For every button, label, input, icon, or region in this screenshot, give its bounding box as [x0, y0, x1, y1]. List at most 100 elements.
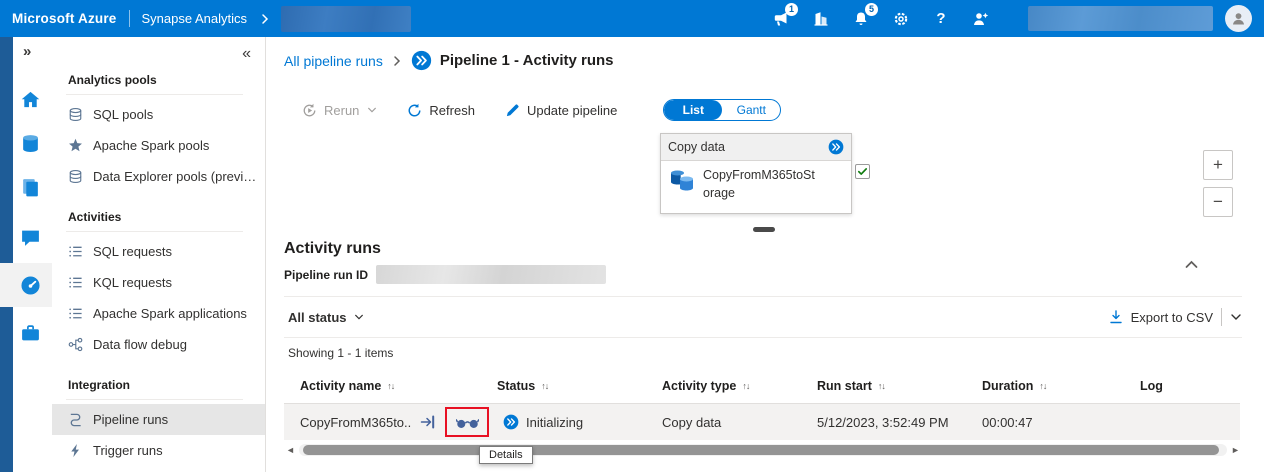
- pipeline-run-id-row: Pipeline run ID: [284, 265, 607, 284]
- alerts-icon[interactable]: 1: [772, 2, 798, 28]
- breadcrumb-all-pipeline-runs-link[interactable]: All pipeline runs: [284, 53, 383, 69]
- scroll-left-arrow[interactable]: ◄: [284, 445, 297, 455]
- cell-duration: 00:00:47: [982, 414, 1033, 430]
- main-content: All pipeline runs Pipeline 1 - Activity …: [266, 37, 1264, 472]
- azure-brand-link[interactable]: Microsoft Azure: [12, 11, 117, 26]
- list-icon: [68, 275, 83, 290]
- status-filter-dropdown[interactable]: All status: [288, 305, 364, 329]
- activity-runs-title: Activity runs: [284, 240, 381, 257]
- page-title: Pipeline 1 - Activity runs: [439, 52, 614, 69]
- search-input[interactable]: [1028, 6, 1213, 31]
- spark-icon: [68, 138, 83, 153]
- topbar: Microsoft Azure Synapse Analytics 1 5 ?: [0, 0, 1264, 37]
- sidebar-item-apache-spark-applications[interactable]: Apache Spark applications: [52, 298, 265, 329]
- pipeline-run-id-label: Pipeline run ID: [284, 267, 369, 282]
- table-row[interactable]: CopyFromM365to... Initializing Copy data…: [284, 404, 1240, 440]
- activity-node-copy-data[interactable]: Copy data CopyFromM365toStorage: [660, 133, 852, 214]
- chevron-right-icon: [259, 13, 271, 25]
- develop-icon: [20, 177, 41, 198]
- pipeline-icon: [68, 412, 83, 427]
- sidebar-item-sql-requests[interactable]: SQL requests: [52, 236, 265, 267]
- sidebar-item-trigger-runs[interactable]: Trigger runs: [52, 435, 265, 466]
- notifications-badge: 5: [865, 2, 878, 16]
- pool-icon: [68, 107, 83, 122]
- chevron-down-icon: [354, 312, 364, 322]
- sort-icon: ↑↓: [742, 381, 750, 391]
- rail-item-develop[interactable]: [0, 167, 52, 207]
- refresh-button[interactable]: Refresh: [407, 102, 475, 118]
- sidebar-item-pipeline-runs[interactable]: Pipeline runs: [52, 404, 265, 435]
- zoom-in-button[interactable]: +: [1203, 150, 1233, 180]
- zoom-out-button[interactable]: −: [1203, 187, 1233, 217]
- cell-run-start: 5/12/2023, 3:52:49 PM: [817, 414, 949, 430]
- section-heading-activities: Activities: [68, 210, 122, 224]
- redacted-pipeline-run-id: [376, 265, 607, 284]
- divider: [284, 296, 1242, 297]
- scroll-right-arrow[interactable]: ►: [1229, 445, 1242, 455]
- details-glasses-icon[interactable]: [456, 416, 479, 429]
- canvas-scrollbar-thumb[interactable]: [753, 227, 775, 232]
- notifications-bell-icon[interactable]: 5: [852, 2, 878, 28]
- export-menu-chevron-icon[interactable]: [1230, 311, 1242, 323]
- expand-rail-icon[interactable]: »: [23, 43, 31, 60]
- avatar[interactable]: [1225, 5, 1252, 32]
- manage-icon: [20, 323, 41, 344]
- rail-item-home[interactable]: [0, 79, 52, 119]
- list-icon: [68, 306, 83, 321]
- toolbar: Rerun Refresh Update pipeline List Gantt: [302, 97, 782, 123]
- sort-icon: ↑↓: [877, 381, 886, 391]
- column-header-activity-name[interactable]: Activity name ↑↓: [300, 379, 395, 393]
- help-icon[interactable]: ?: [932, 10, 950, 28]
- sidebar-item-data-explorer-pools[interactable]: Data Explorer pools (preview): [52, 161, 265, 192]
- scrollbar-track[interactable]: [299, 444, 1227, 456]
- cell-activity-name: CopyFromM365to...: [300, 414, 412, 430]
- topbar-divider: [128, 10, 130, 27]
- sort-icon: ↑↓: [541, 381, 549, 391]
- rail-item-monitor[interactable]: [0, 263, 52, 307]
- update-pipeline-button[interactable]: Update pipeline: [505, 103, 617, 118]
- export-to-csv-button[interactable]: Export to CSV: [1131, 310, 1213, 325]
- integrate-icon: [20, 227, 41, 248]
- collapse-section-icon[interactable]: [1184, 257, 1199, 272]
- download-icon: [1109, 310, 1123, 324]
- rail-item-manage[interactable]: [0, 313, 52, 353]
- rail-item-data[interactable]: [0, 123, 52, 163]
- input-icon[interactable]: [420, 414, 436, 430]
- rail-item-integrate[interactable]: [0, 217, 52, 257]
- sort-icon: ↑↓: [387, 381, 395, 391]
- column-header-activity-type[interactable]: Activity type ↑↓: [662, 379, 750, 393]
- annotation-highlight-box: [445, 407, 489, 437]
- sidebar-item-apache-spark-pools[interactable]: Apache Spark pools: [52, 130, 265, 161]
- section-heading-analytics-pools: Analytics pools: [68, 73, 157, 87]
- redacted-workspace-name: [281, 5, 412, 32]
- feedback-icon[interactable]: [972, 10, 990, 28]
- divider: [284, 337, 1242, 338]
- column-header-run-start[interactable]: Run start ↑↓: [817, 379, 886, 393]
- chevron-down-icon: [367, 105, 377, 115]
- breadcrumb-separator-icon: [391, 55, 403, 67]
- column-header-duration[interactable]: Duration ↑↓: [982, 379, 1047, 393]
- copy-data-icon: [669, 167, 695, 193]
- section-heading-integration: Integration: [68, 378, 130, 392]
- rerun-button[interactable]: Rerun: [302, 103, 377, 118]
- data-explorer-pool-icon: [68, 169, 83, 184]
- node-success-checkbox[interactable]: [855, 164, 870, 179]
- column-header-status[interactable]: Status ↑↓: [497, 379, 549, 393]
- pipeline-run-icon: [411, 50, 432, 71]
- view-toggle-list[interactable]: List: [664, 100, 723, 120]
- list-icon: [68, 244, 83, 259]
- view-toggle-gantt[interactable]: Gantt: [722, 100, 780, 120]
- collapse-sidebar-icon[interactable]: «: [242, 45, 251, 63]
- flow-icon: [68, 337, 83, 352]
- directory-icon[interactable]: [812, 10, 830, 28]
- sidebar-item-kql-requests[interactable]: KQL requests: [52, 267, 265, 298]
- sidebar-item-data-flow-debug[interactable]: Data flow debug: [52, 329, 265, 360]
- canvas-zoom-controls: + −: [1203, 150, 1233, 217]
- section-divider: [66, 231, 243, 232]
- green-check-icon: [857, 166, 868, 177]
- sidebar-item-sql-pools[interactable]: SQL pools: [52, 99, 265, 130]
- status-in-progress-icon: [503, 414, 519, 430]
- scrollbar-thumb[interactable]: [303, 445, 1219, 455]
- export-controls: Export to CSV: [1109, 305, 1242, 329]
- gear-icon[interactable]: [892, 10, 910, 28]
